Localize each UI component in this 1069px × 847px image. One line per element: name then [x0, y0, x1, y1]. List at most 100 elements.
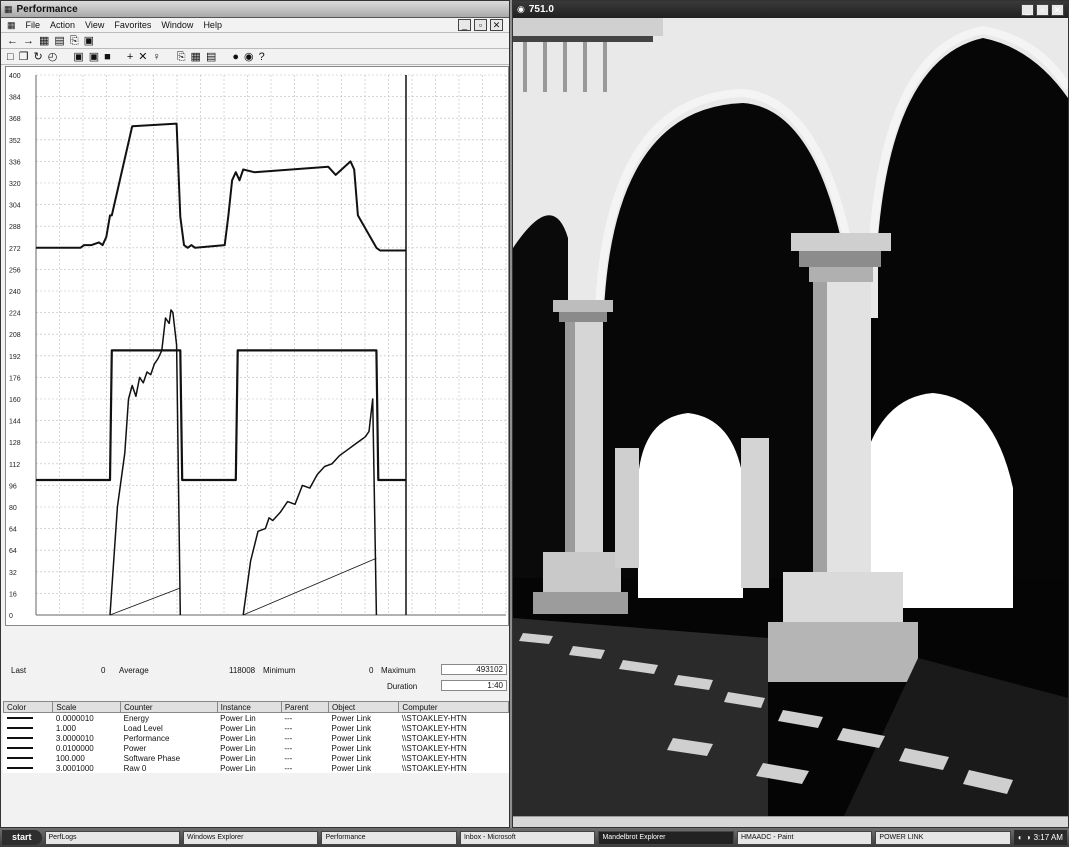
network-icon[interactable]: ◐: [1018, 833, 1023, 842]
col-color[interactable]: Color: [2, 701, 54, 713]
help-icon[interactable]: ?: [259, 50, 265, 64]
arch-left: [513, 215, 568, 578]
color-swatch: [4, 713, 53, 724]
menu-action[interactable]: Action: [50, 20, 75, 30]
parent-cell: ---: [284, 753, 293, 763]
table-row[interactable]: 100.000 Software Phase Power Lin --- Pow…: [4, 753, 509, 763]
parent-cell: ---: [284, 713, 293, 723]
y-tick-label: 320: [9, 181, 21, 188]
performance-graph[interactable]: 0 16 32 64 64 80 96 112 128 144 160 176 192 208 224 240…: [5, 66, 509, 626]
y-tick-label: 112: [9, 462, 20, 469]
delete-counter-icon[interactable]: ✕: [138, 50, 147, 64]
render-window: ◉ 751.0 _ ▫ ✕: [512, 0, 1069, 828]
instance-cell: Power Lin: [220, 723, 256, 733]
last-value: 0: [101, 666, 106, 675]
taskbar-item[interactable]: Inbox - Microsoft: [459, 830, 596, 845]
col-instance[interactable]: Instance: [216, 701, 282, 713]
maximize-button[interactable]: ▫: [1036, 3, 1049, 16]
clear-display-icon[interactable]: ❐: [19, 50, 29, 64]
taskbar: start PerfLogs Windows Explorer Performa…: [0, 828, 1069, 847]
counter-list: Color Scale Counter Instance Parent Obje…: [2, 701, 509, 773]
menu-view[interactable]: View: [85, 20, 104, 30]
y-tick-label: 64: [9, 548, 17, 555]
computer-cell: \\STOAKLEY-HTN: [401, 733, 467, 743]
perfmon-titlebar[interactable]: ▦ Performance: [1, 1, 509, 18]
paste-counter-list-icon[interactable]: ▦: [191, 50, 201, 64]
table-row[interactable]: 0.0000010 Energy Power Lin --- Power Lin…: [4, 713, 509, 724]
view-report-icon[interactable]: ■: [104, 50, 111, 64]
horizontal-scrollbar[interactable]: [513, 816, 1068, 827]
counter-list-header: Color Scale Counter Instance Parent Obje…: [2, 701, 509, 713]
close-button[interactable]: ✕: [1051, 3, 1064, 16]
new-counter-set-icon[interactable]: □: [7, 50, 14, 64]
y-tick-label: 272: [9, 246, 21, 253]
minimize-button[interactable]: _: [1021, 3, 1034, 16]
taskbar-item[interactable]: Windows Explorer: [183, 830, 319, 845]
add-counter-icon[interactable]: +: [127, 50, 133, 64]
menu-file[interactable]: File: [26, 20, 41, 30]
y-tick-label: 32: [9, 570, 17, 577]
copy-icon[interactable]: ⎘: [70, 34, 79, 48]
render-titlebar[interactable]: ◉ 751.0 _ ▫ ✕: [513, 1, 1068, 18]
taskbar-item[interactable]: POWER LINK: [875, 830, 1011, 845]
list-view-icon[interactable]: ▤: [54, 34, 64, 48]
col-computer[interactable]: Computer: [398, 701, 509, 713]
view-current-activity-icon[interactable]: ↻: [34, 50, 43, 64]
table-row[interactable]: 3.0000010 Performance Power Lin --- Powe…: [4, 733, 509, 743]
view-log-data-icon[interactable]: ◴: [48, 50, 58, 64]
col-scale[interactable]: Scale: [52, 701, 122, 713]
update-data-icon[interactable]: ◉: [244, 50, 254, 64]
counter-cell: Software Phase: [123, 753, 181, 763]
start-button[interactable]: start: [2, 830, 42, 845]
rendered-scene[interactable]: [513, 18, 1068, 818]
color-swatch: [4, 723, 53, 733]
counter-cell: Load Level: [123, 723, 163, 733]
back-arrow-icon[interactable]: ←: [7, 34, 18, 48]
courtyard-opening-left: [638, 413, 743, 598]
perfmon-app-icon: ▦: [4, 3, 13, 14]
col-parent[interactable]: Parent: [280, 701, 330, 713]
series-line-2: [36, 349, 406, 482]
mdi-close-button[interactable]: ✕: [490, 19, 503, 31]
menu-window[interactable]: Window: [161, 20, 193, 30]
highlight-icon[interactable]: ♀: [152, 50, 160, 64]
clock[interactable]: 3:17 AM: [1034, 833, 1063, 842]
y-tick-label: 80: [9, 505, 17, 512]
y-tick-label: 368: [9, 116, 21, 123]
taskbar-item[interactable]: PerfLogs: [44, 830, 180, 845]
col-object[interactable]: Object: [328, 701, 400, 713]
y-tick-label: 128: [9, 440, 21, 447]
computer-cell: \\STOAKLEY-HTN: [401, 743, 467, 753]
col-counter[interactable]: Counter: [120, 701, 218, 713]
taskbar-item-active[interactable]: Mandelbrot Explorer: [598, 830, 734, 845]
menu-help[interactable]: Help: [203, 20, 222, 30]
instance-cell: Power Lin: [220, 743, 256, 753]
scale-cell: 3.0001000: [55, 763, 94, 773]
forward-arrow-icon[interactable]: →: [23, 34, 34, 48]
color-swatch: [4, 753, 53, 763]
y-tick-label: 208: [9, 332, 21, 339]
menu-favorites[interactable]: Favorites: [114, 20, 151, 30]
table-row[interactable]: 1.000 Load Level Power Lin --- Power Lin…: [4, 723, 509, 733]
mdi-minimize-button[interactable]: _: [458, 19, 471, 31]
color-swatch: [4, 733, 53, 743]
taskbar-item[interactable]: Performance: [321, 830, 457, 845]
scale-cell: 0.0000010: [55, 713, 94, 723]
console-tree-icon[interactable]: ▦: [39, 34, 49, 48]
last-label: Last: [11, 666, 27, 675]
volume-icon[interactable]: ◑: [1026, 833, 1031, 842]
mdi-restore-button[interactable]: ▫: [474, 19, 487, 31]
view-histogram-icon[interactable]: ▣: [89, 50, 99, 64]
y-tick-label: 224: [9, 311, 21, 318]
properties-icon[interactable]: ▣: [84, 34, 94, 48]
computer-cell: \\STOAKLEY-HTN: [401, 753, 467, 763]
scale-cell: 100.000: [55, 753, 85, 763]
table-row[interactable]: 3.0001000 Raw 0 Power Lin --- Power Link…: [4, 763, 509, 773]
table-row[interactable]: 0.0100000 Power Power Lin --- Power Link…: [4, 743, 509, 753]
properties-icon[interactable]: ▤: [206, 50, 216, 64]
duration-value: 1:40: [441, 680, 507, 691]
copy-properties-icon[interactable]: ⎘: [177, 50, 186, 64]
freeze-display-icon[interactable]: ●: [232, 50, 239, 64]
view-graph-icon[interactable]: ▣: [73, 50, 83, 64]
taskbar-item[interactable]: HMAADC - Paint: [736, 830, 873, 845]
